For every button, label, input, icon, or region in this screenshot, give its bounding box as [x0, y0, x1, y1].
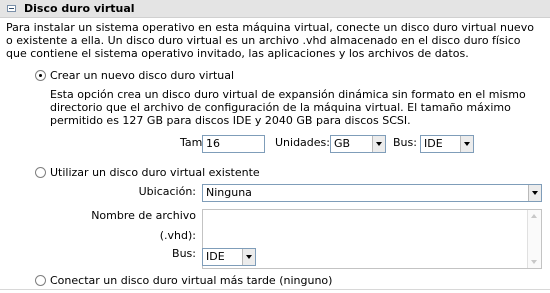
radio-existing-disk-label[interactable]: Utilizar un disco duro virtual existente	[50, 166, 260, 179]
radio-attach-later[interactable]	[35, 275, 46, 286]
existing-bus-select-value: IDE	[206, 250, 225, 263]
chevron-down-icon[interactable]	[372, 136, 385, 152]
section-title: Disco duro virtual	[24, 2, 135, 15]
units-select[interactable]: GB	[330, 135, 386, 153]
bottom-divider	[0, 289, 550, 290]
radio-attach-later-label[interactable]: Conectar un disco duro virtual más tarde…	[50, 274, 332, 287]
radio-existing-disk[interactable]	[35, 167, 46, 178]
radio-new-disk-label[interactable]: Crear un nuevo disco duro virtual	[50, 69, 234, 82]
size-input[interactable]: 16	[202, 135, 265, 153]
location-select-value: Ninguna	[206, 186, 252, 199]
size-label: Tamaño:	[180, 133, 227, 153]
location-label: Ubicación:	[138, 185, 196, 198]
scroll-up-icon[interactable]	[531, 214, 537, 218]
bus-select[interactable]: IDE	[420, 135, 474, 153]
location-select[interactable]: Ninguna	[202, 184, 542, 202]
chevron-down-icon[interactable]	[460, 136, 473, 152]
filename-label: Nombre de archivo (.vhd):	[91, 209, 196, 242]
bus-select-value: IDE	[424, 137, 443, 150]
scroll-down-icon[interactable]	[531, 260, 537, 264]
existing-bus-label: Bus:	[172, 247, 196, 260]
filename-scrollbar[interactable]	[527, 210, 541, 268]
radio-new-disk[interactable]	[35, 70, 46, 81]
units-select-value: GB	[334, 137, 351, 150]
chevron-down-icon[interactable]	[242, 249, 255, 265]
units-label: Unidades:	[275, 136, 330, 149]
bus-label: Bus:	[393, 136, 417, 149]
chevron-down-icon[interactable]	[528, 185, 541, 201]
section-description: Para instalar un sistema operativo en es…	[6, 21, 534, 60]
collapse-icon[interactable]	[7, 5, 16, 12]
existing-bus-select[interactable]: IDE	[202, 248, 256, 266]
new-disk-description: Esta opción crea un disco duro virtual d…	[50, 88, 526, 127]
